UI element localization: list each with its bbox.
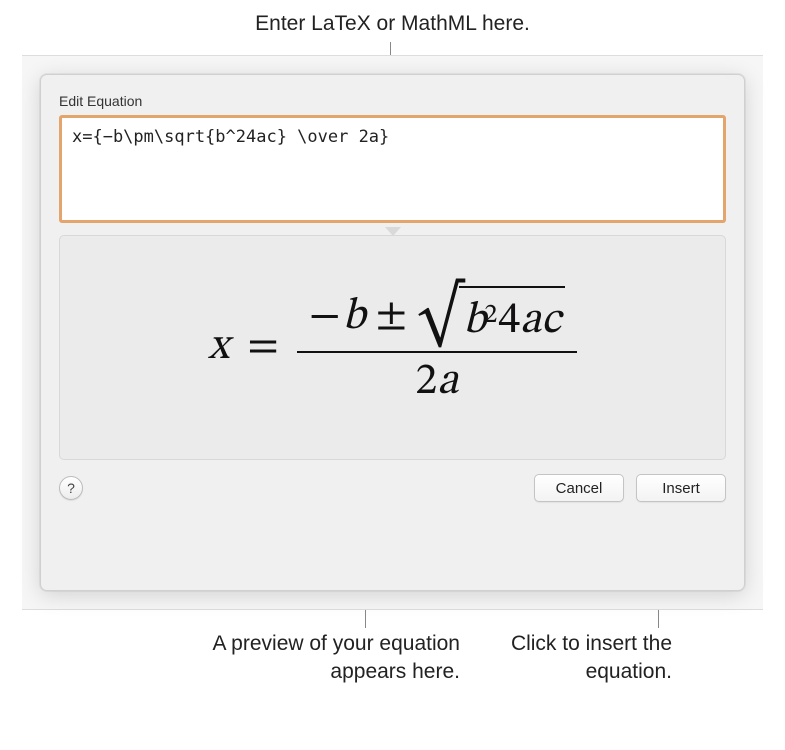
eq-numerator: − b ± √ b 2 4 a c: [297, 284, 577, 351]
eq-lhs: x: [208, 320, 229, 375]
eq-sqrt-c: c: [541, 294, 561, 349]
edit-equation-dialog: Edit Equation x = − b ± √ b 2: [40, 74, 745, 591]
eq-den-2: 2: [415, 355, 437, 410]
eq-sqrt-body: b 2 4 a c: [459, 286, 565, 349]
eq-sqrt: √ b 2 4 a c: [417, 286, 565, 349]
eq-var-b: b: [343, 290, 366, 345]
dialog-button-row: ? Cancel Insert: [59, 474, 726, 502]
rendered-equation: x = − b ± √ b 2 4 a: [208, 284, 577, 412]
radical-icon: √: [417, 296, 463, 359]
eq-pm: ±: [376, 290, 408, 345]
cancel-button[interactable]: Cancel: [534, 474, 624, 502]
eq-equals: =: [247, 320, 279, 375]
eq-den-a: a: [437, 355, 458, 410]
help-icon: ?: [67, 480, 75, 496]
eq-sqrt-b: b: [463, 294, 486, 349]
eq-sqrt-4: 4: [498, 294, 520, 349]
input-notch-icon: [385, 227, 401, 236]
equation-preview: x = − b ± √ b 2 4 a: [59, 235, 726, 460]
eq-sqrt-exp: 2: [484, 300, 497, 333]
insert-button[interactable]: Insert: [636, 474, 726, 502]
callout-input: Enter LaTeX or MathML here.: [255, 10, 530, 38]
callout-preview: A preview of your equation appears here.: [200, 630, 460, 687]
callout-insert: Click to insert the equation.: [452, 630, 672, 687]
dialog-title: Edit Equation: [59, 93, 726, 109]
help-button[interactable]: ?: [59, 476, 83, 500]
equation-input[interactable]: [59, 115, 726, 223]
eq-fraction: − b ± √ b 2 4 a c: [297, 284, 577, 412]
eq-sqrt-a: a: [520, 294, 541, 349]
screenshot-frame: Edit Equation x = − b ± √ b 2: [22, 55, 763, 610]
eq-denominator: 2 a: [403, 353, 470, 412]
eq-minus: −: [309, 290, 341, 345]
